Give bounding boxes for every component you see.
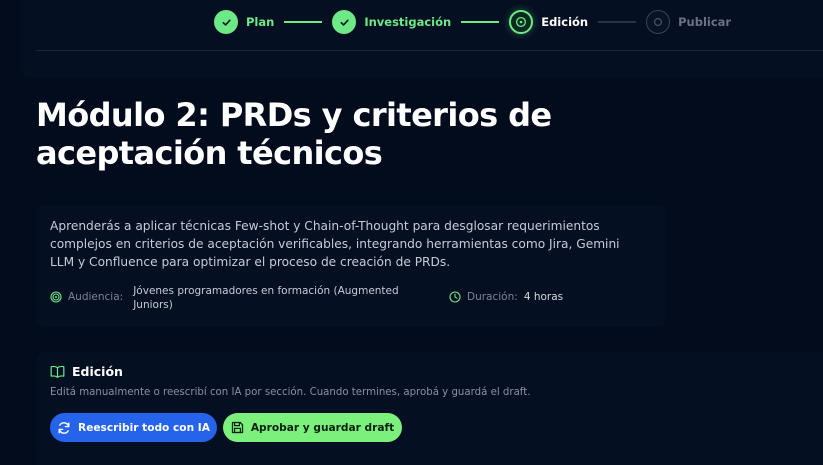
step-plan[interactable]: Plan [214, 10, 274, 34]
refresh-icon [58, 421, 70, 434]
stepper-divider [36, 50, 823, 51]
page-title: Módulo 2: PRDs y criterios de aceptación… [36, 96, 552, 172]
step-connector [461, 21, 500, 23]
step-label-investigacion: Investigación [364, 15, 452, 29]
step-label-plan: Plan [246, 15, 275, 29]
edition-panel: Edición Editá manualmente o reescribí co… [36, 352, 823, 465]
circle-icon [646, 10, 671, 34]
check-icon [214, 10, 238, 34]
duration-value: 4 horas [523, 291, 564, 303]
step-connector [284, 21, 323, 23]
duration-meta: Duración: 4 horas [449, 285, 563, 304]
audience-value: Jóvenes programadores en formación (Augm… [133, 285, 399, 311]
approve-save-button[interactable]: Aprobar y guardar draft [223, 413, 402, 442]
page: Plan Investigación Edición Publicar Módu… [0, 0, 823, 465]
target-circle-icon [509, 10, 534, 34]
audience-meta: Audiencia: Jóvenes programadores en form… [50, 285, 423, 312]
duration-label: Duración: [467, 291, 518, 303]
rewrite-all-button[interactable]: Reescribir todo con IA [50, 413, 217, 442]
step-label-edicion: Edición [541, 15, 589, 29]
book-open-icon [50, 365, 65, 378]
progress-stepper: Plan Investigación Edición Publicar [214, 10, 731, 34]
module-info-card: Aprenderás a aplicar técnicas Few-shot y… [36, 205, 666, 327]
check-icon [332, 10, 357, 34]
target-icon [50, 291, 62, 303]
rewrite-all-label: Reescribir todo con IA [78, 421, 210, 434]
step-investigacion[interactable]: Investigación [332, 10, 451, 34]
edition-subtitle: Editá manualmente o reescribí con IA por… [50, 387, 531, 398]
step-connector [598, 21, 637, 23]
approve-save-label: Aprobar y guardar draft [250, 421, 395, 434]
step-label-publicar: Publicar [678, 15, 732, 29]
audience-label: Audiencia: [68, 291, 124, 303]
edition-title: Edición [72, 364, 123, 379]
module-description: Aprenderás a aplicar técnicas Few-shot y… [50, 219, 620, 269]
step-publicar[interactable]: Publicar [646, 10, 731, 34]
clock-icon [449, 291, 461, 303]
save-icon [231, 421, 243, 434]
step-edicion[interactable]: Edición [509, 10, 588, 34]
edition-header: Edición [50, 364, 123, 379]
